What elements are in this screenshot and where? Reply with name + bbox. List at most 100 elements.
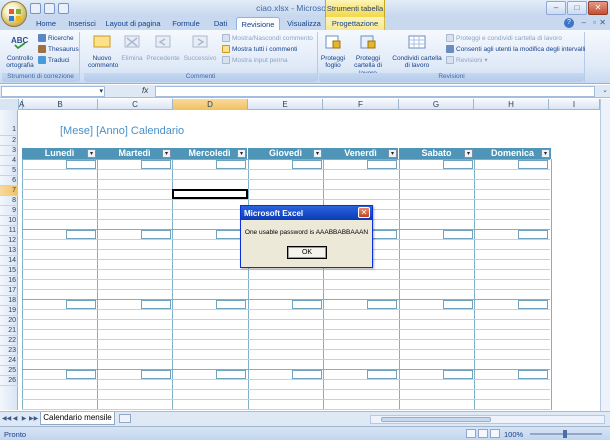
date-cell[interactable] (292, 160, 322, 169)
previous-comment-button[interactable]: Precedente (146, 34, 180, 62)
filter-dropdown-icon[interactable]: ▾ (541, 149, 550, 158)
zoom-slider[interactable] (530, 430, 602, 438)
horizontal-scrollbar[interactable] (370, 415, 605, 424)
date-cell[interactable] (443, 230, 473, 239)
tab-insert[interactable]: Inserisci (64, 17, 100, 30)
next-comment-button[interactable]: Successivo (182, 34, 218, 62)
column-header[interactable]: C (98, 99, 173, 110)
filter-dropdown-icon[interactable]: ▾ (388, 149, 397, 158)
previous-sheet-icon[interactable]: ◀ (11, 415, 19, 422)
show-hide-comment-button[interactable]: Mostra/Nascondi commento (222, 34, 313, 42)
protect-workbook-button[interactable]: Proteggi cartella di lavoro (347, 34, 389, 77)
tab-formulas[interactable]: Formule (166, 17, 206, 30)
date-cell[interactable] (443, 160, 473, 169)
column-header[interactable]: F (323, 99, 399, 110)
normal-view-icon[interactable] (466, 429, 476, 438)
dialog-close-button[interactable]: ✕ (358, 207, 370, 218)
chevron-down-icon[interactable]: ▾ (99, 87, 103, 95)
date-cell[interactable] (518, 300, 548, 309)
row-header[interactable]: 10 (0, 216, 18, 226)
row-header[interactable]: 24 (0, 356, 18, 366)
expand-formula-bar-icon[interactable]: ⌄ (602, 86, 608, 94)
filter-dropdown-icon[interactable]: ▾ (464, 149, 473, 158)
delete-comment-button[interactable]: Elimina (120, 34, 144, 62)
maximize-button[interactable]: □ (567, 1, 587, 15)
date-cell[interactable] (141, 160, 171, 169)
minimize-button[interactable]: – (546, 1, 566, 15)
date-cell[interactable] (292, 300, 322, 309)
row-header[interactable]: 3 (0, 146, 18, 156)
name-box[interactable]: ▾ (1, 86, 105, 97)
date-cell[interactable] (141, 370, 171, 379)
date-cell[interactable] (141, 300, 171, 309)
date-cell[interactable] (367, 370, 397, 379)
filter-dropdown-icon[interactable]: ▾ (313, 149, 322, 158)
column-header[interactable]: I (549, 99, 600, 110)
show-all-comments-button[interactable]: Mostra tutti i commenti (222, 45, 297, 53)
row-header[interactable]: 17 (0, 286, 18, 296)
date-cell[interactable] (518, 230, 548, 239)
date-cell[interactable] (443, 370, 473, 379)
zoom-knob[interactable] (563, 430, 567, 438)
column-header-selected[interactable]: D (173, 99, 248, 110)
last-sheet-icon[interactable]: ▶▶ (29, 415, 38, 422)
office-button[interactable] (1, 1, 27, 27)
row-header[interactable]: 4 (0, 156, 18, 166)
column-header[interactable]: B (23, 99, 98, 110)
date-cell[interactable] (66, 300, 96, 309)
row-header[interactable]: 26 (0, 376, 18, 386)
column-header[interactable]: H (474, 99, 549, 110)
row-header[interactable]: 25 (0, 366, 18, 376)
tab-review[interactable]: Revisione (236, 17, 280, 31)
filter-dropdown-icon[interactable]: ▾ (162, 149, 171, 158)
share-workbook-button[interactable]: Condividi cartella di lavoro (391, 34, 443, 70)
formula-input[interactable] (155, 86, 595, 97)
translate-button[interactable]: Traduci (38, 56, 69, 64)
close-window-button[interactable]: ✕ (588, 1, 608, 15)
tab-home[interactable]: Home (30, 17, 62, 30)
column-header[interactable]: E (248, 99, 323, 110)
active-cell[interactable] (172, 189, 248, 199)
row-header[interactable]: 1 (0, 124, 18, 136)
page-layout-view-icon[interactable] (478, 429, 488, 438)
zoom-level[interactable]: 100% (504, 430, 523, 439)
row-header[interactable]: 23 (0, 346, 18, 356)
thesaurus-button[interactable]: Thesaurus (38, 45, 79, 53)
vertical-scrollbar[interactable] (600, 99, 610, 411)
filter-dropdown-icon[interactable]: ▾ (237, 149, 246, 158)
protect-sheet-button[interactable]: Proteggi foglio (319, 34, 347, 70)
date-cell[interactable] (292, 370, 322, 379)
research-button[interactable]: Ricerche (38, 34, 74, 42)
ribbon-minimize-icon[interactable]: – (582, 18, 586, 27)
function-icon[interactable]: fx (142, 86, 148, 95)
row-header[interactable]: 9 (0, 206, 18, 216)
row-header[interactable]: 15 (0, 266, 18, 276)
row-header[interactable]: 16 (0, 276, 18, 286)
insert-sheet-icon[interactable] (119, 414, 131, 423)
scroll-thumb[interactable] (381, 417, 491, 422)
spelling-button[interactable]: ABC Controllo ortografia (4, 34, 36, 70)
filter-dropdown-icon[interactable]: ▾ (87, 149, 96, 158)
date-cell[interactable] (66, 230, 96, 239)
row-header[interactable]: 22 (0, 336, 18, 346)
tab-view[interactable]: Visualizza (284, 17, 324, 30)
help-icon[interactable]: ? (564, 18, 574, 28)
allow-users-edit-button[interactable]: Consenti agli utenti la modifica degli i… (446, 45, 585, 53)
ribbon-close-icon[interactable]: ✕ (599, 18, 606, 27)
row-header[interactable]: 5 (0, 166, 18, 176)
ribbon-restore-icon[interactable]: ▫ (593, 18, 596, 27)
show-ink-button[interactable]: Mostra input penna (222, 56, 288, 64)
select-all-corner[interactable] (0, 99, 19, 110)
date-cell[interactable] (216, 160, 246, 169)
date-cell[interactable] (443, 300, 473, 309)
row-header[interactable]: 6 (0, 176, 18, 186)
date-cell[interactable] (66, 160, 96, 169)
tab-data[interactable]: Dati (208, 17, 233, 30)
row-header[interactable]: 12 (0, 236, 18, 246)
date-cell[interactable] (518, 370, 548, 379)
row-header[interactable]: 20 (0, 316, 18, 326)
date-cell[interactable] (518, 160, 548, 169)
first-sheet-icon[interactable]: ◀◀ (2, 415, 11, 422)
row-header[interactable]: 18 (0, 296, 18, 306)
row-header[interactable]: 21 (0, 326, 18, 336)
